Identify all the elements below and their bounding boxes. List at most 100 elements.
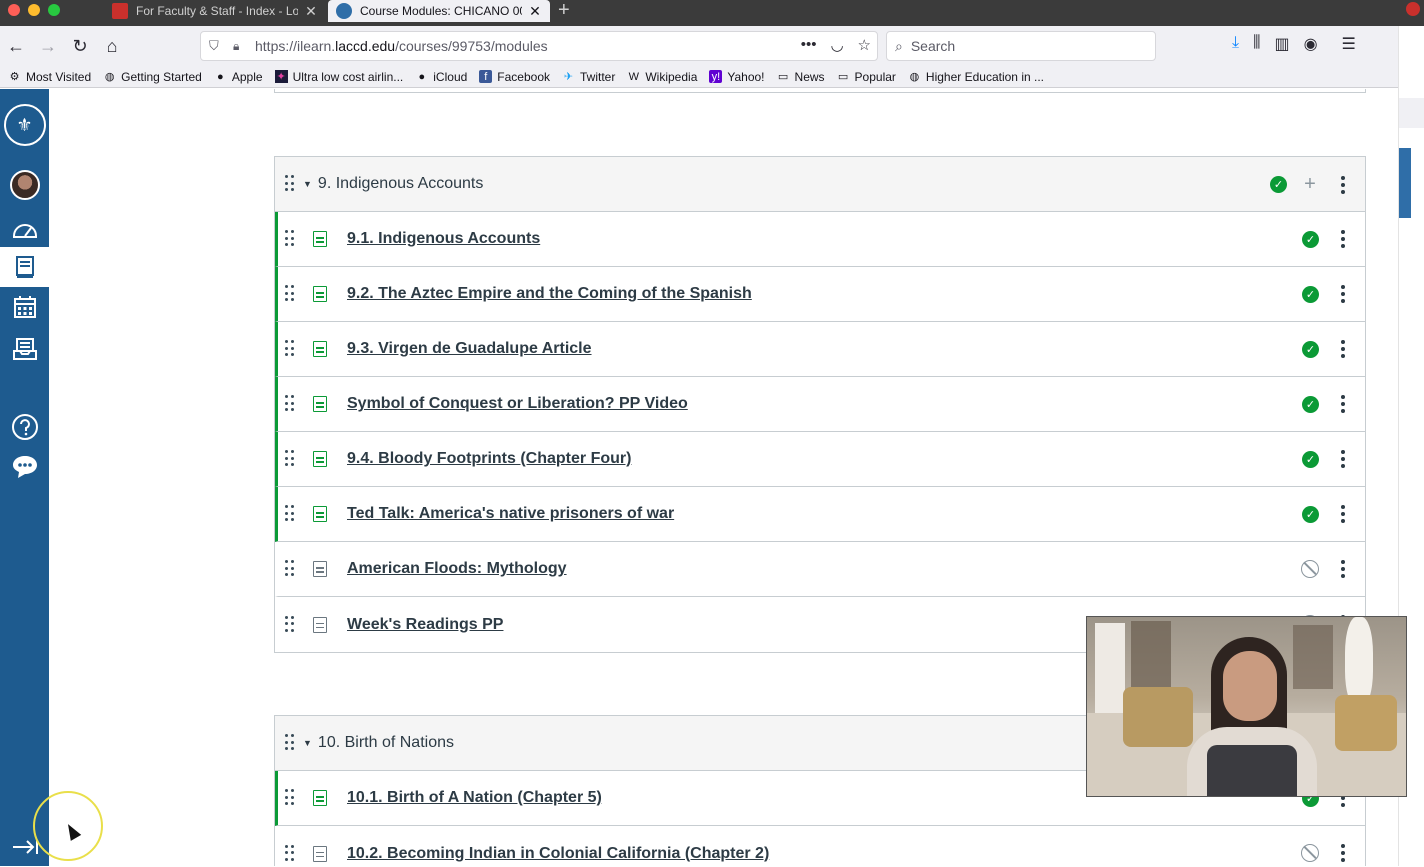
drag-handle-icon[interactable] — [285, 175, 295, 193]
college-logo[interactable]: ⚜ — [0, 97, 49, 153]
page-icon — [313, 396, 327, 412]
drag-handle-icon[interactable] — [285, 505, 295, 523]
item-options-icon[interactable] — [1333, 505, 1353, 523]
item-options-icon[interactable] — [1333, 450, 1353, 468]
module-item-link[interactable]: 9.2. The Aztec Empire and the Coming of … — [347, 285, 752, 303]
search-input[interactable]: ⌕ Search — [886, 31, 1156, 61]
bookmark-item[interactable]: ● Apple — [214, 70, 263, 84]
published-check-icon[interactable]: ✓ — [1302, 340, 1319, 358]
collapse-caret-icon[interactable]: ▼ — [303, 179, 312, 189]
bookmark-item[interactable]: ◍ Getting Started — [103, 70, 202, 84]
bookmark-item[interactable]: ▭ Popular — [837, 70, 896, 84]
drag-handle-icon[interactable] — [285, 789, 295, 807]
bookmark-label: iCloud — [433, 69, 468, 84]
account-nav-item[interactable] — [0, 165, 49, 205]
back-arrow-icon[interactable]: ← — [4, 34, 28, 58]
module-item-link[interactable]: Symbol of Conquest or Liberation? PP Vid… — [347, 395, 688, 413]
module-header[interactable]: ▼ 9. Indigenous Accounts ✓ + — [275, 157, 1365, 212]
bookmark-item[interactable]: ◍ Higher Education in ... — [908, 70, 1044, 84]
item-options-icon[interactable] — [1333, 844, 1353, 862]
forward-arrow-icon[interactable]: → — [36, 34, 60, 58]
module-item-link[interactable]: American Floods: Mythology — [347, 560, 567, 578]
bookmark-item[interactable]: W Wikipedia — [627, 70, 698, 84]
unpublished-icon[interactable] — [1301, 560, 1319, 578]
bookmark-item[interactable]: ▭ News — [777, 70, 825, 84]
drag-handle-icon[interactable] — [285, 844, 295, 863]
published-check-icon[interactable]: ✓ — [1302, 285, 1319, 303]
item-options-icon[interactable] — [1333, 285, 1353, 303]
drag-handle-icon[interactable] — [285, 615, 295, 634]
module-item-link[interactable]: 9.4. Bloody Footprints (Chapter Four) — [347, 450, 631, 468]
item-options-icon[interactable] — [1333, 560, 1353, 578]
account-icon[interactable]: ◉ — [1304, 34, 1318, 54]
lock-icon[interactable]: 🔒︎ — [233, 39, 247, 54]
page-icon — [313, 286, 327, 302]
scrollbar-thumb[interactable] — [1399, 148, 1411, 218]
module-item-link[interactable]: 9.1. Indigenous Accounts — [347, 230, 540, 248]
drag-handle-icon[interactable] — [285, 734, 295, 752]
module-item-link[interactable]: Ted Talk: America's native prisoners of … — [347, 505, 674, 523]
item-options-icon[interactable] — [1333, 340, 1353, 358]
url-path: /courses/99753/modules — [395, 38, 548, 54]
bookmark-item[interactable]: ✈ Twitter — [562, 70, 615, 84]
page-actions-icon[interactable]: ••• — [801, 36, 817, 54]
add-item-plus-icon[interactable]: + — [1301, 173, 1319, 196]
menu-icon[interactable]: ☰ — [1342, 34, 1356, 54]
bookmark-item[interactable]: ✦ Ultra low cost airlin... — [274, 69, 404, 84]
unpublished-icon[interactable] — [1301, 844, 1319, 862]
module-item-link[interactable]: 9.3. Virgen de Guadalupe Article — [347, 340, 592, 358]
new-tab-icon[interactable]: + — [558, 0, 570, 22]
chat-nav-item[interactable] — [0, 447, 49, 487]
pocket-icon[interactable]: ◡ — [830, 36, 843, 54]
notification-icon[interactable] — [1406, 2, 1420, 16]
published-check-icon[interactable]: ✓ — [1270, 176, 1287, 193]
close-window-button[interactable] — [8, 4, 20, 16]
sidebar-toggle-icon[interactable]: ▥ — [1274, 34, 1289, 54]
module-item-link[interactable]: 10.1. Birth of A Nation (Chapter 5) — [347, 789, 602, 807]
bookmark-item[interactable]: y! Yahoo! — [709, 70, 765, 84]
tab-close-icon[interactable]: ✕ — [304, 3, 318, 20]
inbox-nav-item[interactable] — [0, 329, 49, 369]
calendar-nav-item[interactable] — [0, 287, 49, 327]
minimize-window-button[interactable] — [28, 4, 40, 16]
bookmark-item[interactable]: f Facebook — [479, 70, 550, 84]
drag-handle-icon[interactable] — [285, 285, 295, 303]
published-check-icon[interactable]: ✓ — [1302, 395, 1319, 413]
previous-module-edge — [274, 89, 1366, 93]
published-check-icon[interactable]: ✓ — [1302, 230, 1319, 248]
drag-handle-icon[interactable] — [285, 395, 295, 413]
module-item-link[interactable]: Week's Readings PP — [347, 616, 503, 634]
drag-handle-icon[interactable] — [285, 450, 295, 468]
collapse-caret-icon[interactable]: ▼ — [303, 738, 312, 748]
item-options-icon[interactable] — [1333, 230, 1353, 248]
item-options-icon[interactable] — [1333, 395, 1353, 413]
bookmark-label: Ultra low cost airlin... — [292, 69, 404, 84]
bookmark-item[interactable]: ⚙ Most Visited — [8, 70, 92, 84]
shield-icon[interactable]: ⛉ — [209, 38, 223, 54]
search-icon: ⌕ — [895, 37, 903, 54]
address-bar[interactable]: ⛉ 🔒︎ https://ilearn.laccd.edu/courses/99… — [200, 31, 878, 61]
webcam-video-overlay[interactable] — [1086, 616, 1407, 797]
drag-handle-icon[interactable] — [285, 340, 295, 358]
zoom-window-button[interactable] — [48, 4, 60, 16]
drag-handle-icon[interactable] — [285, 230, 295, 248]
module-options-icon[interactable] — [1333, 175, 1353, 194]
webcam-pillow-left — [1123, 687, 1193, 747]
home-icon[interactable]: ⌂ — [100, 34, 124, 58]
module-item-link[interactable]: 10.2. Becoming Indian in Colonial Califo… — [347, 845, 769, 863]
downloads-icon[interactable]: ⤓ — [1232, 34, 1239, 54]
bookmark-star-icon[interactable]: ☆ — [858, 36, 871, 54]
dashboard-nav-item[interactable] — [0, 209, 49, 249]
published-check-icon[interactable]: ✓ — [1302, 450, 1319, 468]
url-text[interactable]: https://ilearn.laccd.edu/courses/99753/m… — [255, 38, 877, 54]
tab-close-icon[interactable]: ✕ — [528, 3, 542, 20]
drag-handle-icon[interactable] — [285, 560, 295, 578]
courses-nav-item[interactable] — [0, 247, 49, 287]
browser-tab[interactable]: For Faculty & Staff - Index - Lo ✕ — [104, 0, 326, 22]
bookmark-item[interactable]: ● iCloud — [415, 70, 467, 84]
browser-tab-active[interactable]: Course Modules: CHICANO 007 ✕ — [328, 0, 550, 22]
library-icon[interactable]: ⫼ — [1253, 34, 1260, 54]
help-nav-item[interactable] — [0, 407, 49, 447]
published-check-icon[interactable]: ✓ — [1302, 505, 1319, 523]
reload-icon[interactable]: ↻ — [68, 34, 92, 58]
